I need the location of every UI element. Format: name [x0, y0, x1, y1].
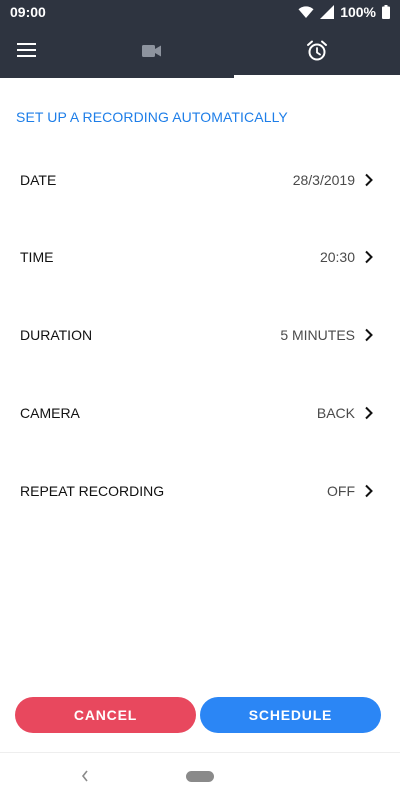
- setting-row-camera[interactable]: CAMERA BACK: [0, 393, 400, 433]
- setting-label: DURATION: [20, 327, 93, 343]
- signal-icon: [320, 5, 335, 19]
- status-icons: 100%: [298, 4, 390, 20]
- setting-label: TIME: [20, 249, 54, 265]
- home-pill-button[interactable]: [186, 771, 214, 782]
- setting-value: 20:30: [319, 249, 355, 265]
- section-title: SET UP A RECORDING AUTOMATICALLY: [16, 109, 288, 125]
- setting-label: CAMERA: [20, 405, 80, 421]
- setting-row-duration[interactable]: DURATION 5 MINUTES: [0, 315, 400, 355]
- setting-label: REPEAT RECORDING: [20, 483, 165, 499]
- schedule-recording-screen: 09:00 100% SET UP A RECORDING AUTOMATICA…: [0, 0, 400, 800]
- setting-value: 28/3/2019: [292, 172, 355, 188]
- tab-alarm[interactable]: [234, 24, 400, 78]
- top-navigation-bar: [0, 24, 400, 78]
- chevron-right-icon: [365, 173, 373, 187]
- menu-button[interactable]: [16, 40, 38, 60]
- setting-row-time[interactable]: TIME 20:30: [0, 237, 400, 277]
- setting-value: BACK: [316, 405, 355, 421]
- setting-value: 5 MINUTES: [280, 327, 355, 343]
- schedule-button[interactable]: SCHEDULE: [200, 697, 381, 733]
- battery-icon: [382, 5, 390, 19]
- setting-value: OFF: [327, 483, 355, 499]
- setting-label: DATE: [20, 172, 57, 188]
- back-arrow-icon[interactable]: [80, 769, 90, 783]
- system-navigation-bar: [0, 752, 400, 800]
- chevron-right-icon: [365, 328, 373, 342]
- chevron-right-icon: [365, 406, 373, 420]
- setting-row-repeat-recording[interactable]: REPEAT RECORDING OFF: [0, 471, 400, 511]
- status-time: 09:00: [10, 4, 46, 20]
- tab-video[interactable]: [70, 24, 234, 78]
- wifi-icon: [298, 5, 314, 19]
- setting-row-date[interactable]: DATE 28/3/2019: [0, 160, 400, 200]
- video-camera-icon: [142, 45, 161, 57]
- active-tab-indicator: [234, 75, 400, 78]
- hamburger-menu-icon: [17, 43, 36, 57]
- battery-level: 100%: [340, 4, 376, 20]
- chevron-right-icon: [365, 250, 373, 264]
- status-bar: 09:00 100%: [0, 0, 400, 24]
- cancel-button[interactable]: CANCEL: [15, 697, 196, 733]
- alarm-clock-icon: [307, 40, 327, 61]
- chevron-right-icon: [365, 484, 373, 498]
